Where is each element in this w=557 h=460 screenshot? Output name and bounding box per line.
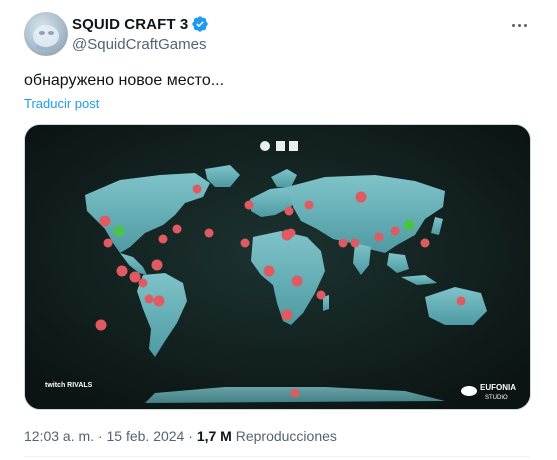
map-marker-pin bbox=[420, 238, 430, 248]
post-text: обнаружено новое место... bbox=[24, 72, 225, 89]
views-label: Reproducciones bbox=[235, 428, 337, 444]
map-marker-pin bbox=[95, 319, 107, 331]
meta-separator: · bbox=[188, 428, 193, 444]
map-marker-pin bbox=[374, 232, 384, 242]
map-marker-pin bbox=[116, 265, 128, 277]
meta-separator: · bbox=[97, 428, 103, 444]
svg-text:EUFONIA: EUFONIA bbox=[480, 383, 516, 392]
author-avatar[interactable] bbox=[24, 12, 68, 56]
map-marker-pin bbox=[456, 296, 466, 306]
post-meta: 12:03 a. m. · 15 feb. 2024 · 1,7 M Repro… bbox=[24, 428, 337, 444]
map-marker-pin bbox=[240, 238, 250, 248]
map-marker-pin bbox=[291, 275, 303, 287]
more-dot-icon bbox=[511, 23, 515, 27]
author-handle[interactable]: @SquidCraftGames bbox=[72, 36, 206, 53]
info-icon bbox=[260, 141, 270, 151]
map-marker-pin bbox=[192, 184, 202, 194]
verified-badge-icon bbox=[191, 15, 209, 33]
map-marker-pin bbox=[304, 200, 314, 210]
map-marker-pin bbox=[338, 238, 348, 248]
creeper-icon bbox=[289, 141, 298, 151]
map-marker-pin bbox=[129, 271, 141, 283]
author-display-name[interactable]: SQUID CRAFT 3 bbox=[72, 16, 188, 33]
map-marker-pin bbox=[172, 224, 182, 234]
map-marker-pin bbox=[390, 226, 400, 236]
more-dot-icon bbox=[517, 23, 521, 27]
more-dot-icon bbox=[523, 23, 527, 27]
castle-icon bbox=[276, 141, 285, 151]
post-time[interactable]: 12:03 a. m. bbox=[24, 428, 94, 444]
rivals-logo: twitch RIVALS bbox=[45, 382, 93, 389]
map-marker-pin bbox=[403, 219, 415, 231]
squid-logo-icon bbox=[461, 386, 477, 396]
map-marker-pin bbox=[144, 294, 154, 304]
map-legend-icons bbox=[260, 141, 298, 151]
map-marker-pin bbox=[151, 259, 163, 271]
map-marker-pin bbox=[350, 238, 360, 248]
views-count: 1,7 M bbox=[196, 428, 232, 444]
map-marker-pin bbox=[281, 309, 293, 321]
author-name-row: SQUID CRAFT 3 bbox=[72, 14, 209, 34]
post-date[interactable]: 15 feb. 2024 bbox=[107, 428, 185, 444]
svg-text:STUDIO: STUDIO bbox=[485, 395, 508, 401]
map-marker-pin bbox=[138, 278, 148, 288]
map-marker-pin bbox=[99, 215, 111, 227]
svg-text:twitch RIVALS: twitch RIVALS bbox=[45, 382, 93, 389]
map-marker-pin bbox=[158, 234, 168, 244]
map-marker-pin bbox=[263, 265, 275, 277]
map-marker-pin bbox=[284, 206, 294, 216]
map-marker-pin bbox=[204, 228, 214, 238]
translate-post-link[interactable]: Traducir post bbox=[24, 96, 99, 111]
map-marker-pin bbox=[290, 388, 300, 398]
tweet-card: SQUID CRAFT 3 @SquidCraftGames обнаружен… bbox=[0, 0, 557, 460]
post-image[interactable]: twitch RIVALS EUFONIA STUDIO bbox=[24, 124, 531, 410]
divider bbox=[24, 456, 530, 457]
map-marker-pin bbox=[103, 238, 113, 248]
map-marker-pin bbox=[281, 229, 293, 241]
map-marker-pin bbox=[355, 191, 367, 203]
map-marker-pin bbox=[316, 290, 326, 300]
more-options-button[interactable] bbox=[508, 14, 530, 36]
map-marker-pin bbox=[244, 200, 254, 210]
map-marker-pin bbox=[153, 295, 165, 307]
map-marker-pin bbox=[113, 225, 125, 237]
